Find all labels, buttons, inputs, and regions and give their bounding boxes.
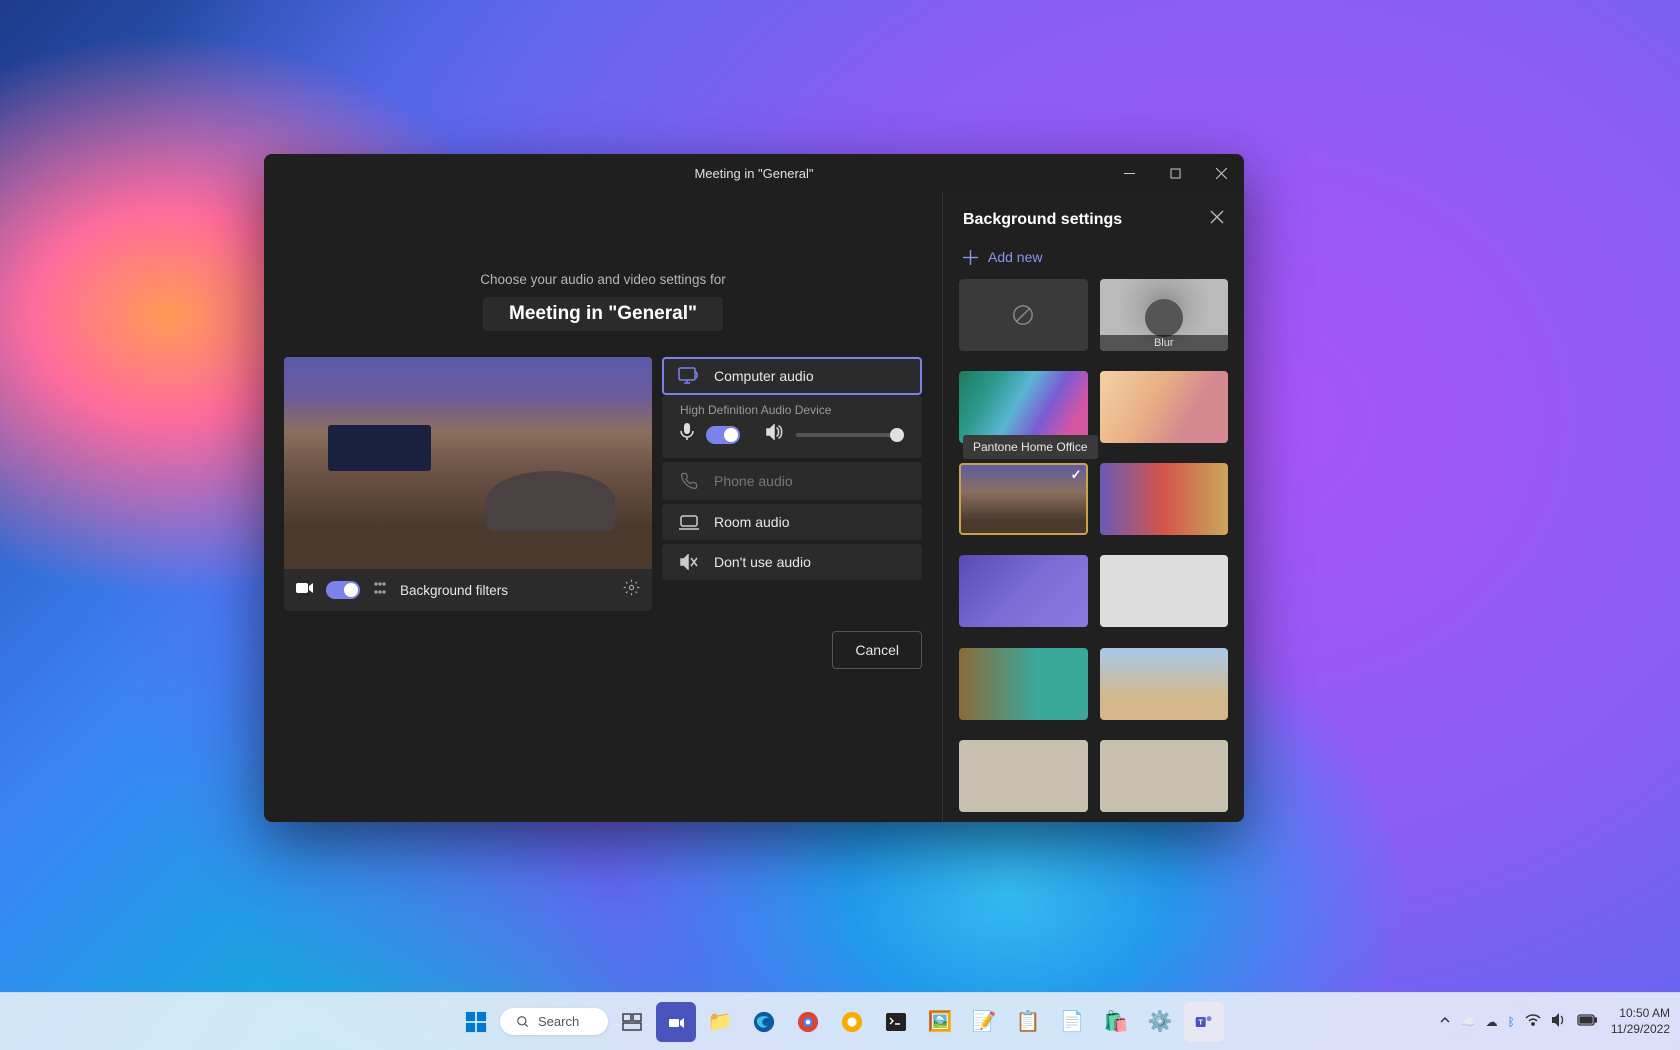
no-audio-option[interactable]: Don't use audio — [662, 544, 922, 580]
close-button[interactable] — [1198, 154, 1244, 192]
start-button[interactable] — [456, 1002, 496, 1042]
volume-slider[interactable] — [796, 433, 904, 437]
bg-option-studio[interactable] — [1100, 463, 1229, 535]
add-new-background-button[interactable]: Add new — [943, 241, 1244, 279]
gear-icon[interactable] — [623, 579, 640, 601]
microphone-icon — [680, 423, 694, 446]
video-preview — [284, 357, 652, 569]
taskbar-app-canary[interactable] — [832, 1002, 872, 1042]
bg-option-blur[interactable]: Blur — [1100, 279, 1229, 351]
bg-option-art1[interactable] — [959, 371, 1088, 443]
tray-volume-icon[interactable] — [1551, 1013, 1567, 1030]
taskbar-app-store[interactable]: 🛍️ — [1096, 1002, 1136, 1042]
bg-panel-title: Background settings — [963, 211, 1122, 229]
task-view-icon[interactable] — [612, 1002, 652, 1042]
background-grid: Blur Pantone Home Office — [943, 279, 1244, 822]
clock-time: 10:50 AM — [1611, 1006, 1670, 1022]
prejoin-pane: Choose your audio and video settings for… — [264, 192, 942, 822]
cancel-button[interactable]: Cancel — [832, 631, 922, 669]
tray-onedrive-icon[interactable]: ☁️ — [1461, 1015, 1476, 1029]
speaker-icon — [766, 424, 784, 445]
no-audio-label: Don't use audio — [714, 554, 811, 570]
search-label: Search — [538, 1014, 579, 1029]
phone-audio-label: Phone audio — [714, 473, 793, 489]
taskbar-app-settings[interactable]: ⚙️ — [1140, 1002, 1180, 1042]
bg-option-none[interactable] — [959, 279, 1088, 351]
bg-option-extra[interactable] — [1100, 740, 1229, 812]
taskbar-app-edge[interactable] — [744, 1002, 784, 1042]
bg-option-office2[interactable] — [1100, 648, 1229, 720]
minimize-button[interactable] — [1106, 154, 1152, 192]
bg-option-purple[interactable] — [959, 555, 1088, 627]
clock-date: 11/29/2022 — [1611, 1022, 1670, 1038]
taskbar-app-3[interactable]: 📄 — [1052, 1002, 1092, 1042]
prejoin-subtitle: Choose your audio and video settings for — [284, 272, 922, 287]
bg-option-office1[interactable] — [959, 648, 1088, 720]
taskbar-search[interactable]: Search — [500, 1008, 608, 1035]
maximize-button[interactable] — [1152, 154, 1198, 192]
tray-wifi-icon[interactable] — [1525, 1013, 1541, 1030]
bg-option-label: Blur — [1100, 335, 1229, 351]
bg-panel-close-button[interactable] — [1210, 210, 1224, 229]
computer-audio-option[interactable]: Computer audio — [662, 357, 922, 395]
camera-toggle[interactable] — [326, 581, 360, 599]
taskbar-app-chat[interactable] — [656, 1002, 696, 1042]
taskbar-app-chrome[interactable] — [788, 1002, 828, 1042]
bg-option-art2[interactable] — [1100, 371, 1229, 443]
bg-option-home[interactable] — [959, 463, 1088, 535]
add-new-label: Add new — [988, 249, 1042, 265]
background-filters-button[interactable]: Background filters — [400, 583, 611, 598]
video-controls-bar: Background filters — [284, 569, 652, 611]
meeting-name-input[interactable]: Meeting in "General" — [483, 297, 723, 331]
camera-icon — [296, 581, 314, 600]
bg-option-notes[interactable] — [1100, 555, 1229, 627]
background-settings-panel: Background settings Add new Blur Pantone … — [942, 192, 1244, 822]
taskbar-app-1[interactable]: 🖼️ — [920, 1002, 960, 1042]
audio-device-name: High Definition Audio Device — [664, 397, 920, 419]
bg-option-extra[interactable] — [959, 740, 1088, 812]
taskbar-app-terminal[interactable] — [876, 1002, 916, 1042]
teams-window: Meeting in "General" Choose your audio a… — [264, 154, 1244, 822]
filters-icon — [372, 580, 388, 601]
tray-cloud-icon[interactable]: ☁ — [1486, 1015, 1498, 1029]
bg-tooltip: Pantone Home Office — [963, 435, 1098, 459]
window-title: Meeting in "General" — [694, 166, 813, 181]
desktop-wallpaper: Meeting in "General" Choose your audio a… — [0, 0, 1680, 1050]
taskbar-app-explorer[interactable]: 📁 — [700, 1002, 740, 1042]
tray-chevron-icon[interactable] — [1439, 1014, 1451, 1029]
room-audio-label: Room audio — [714, 514, 790, 530]
taskbar-app-2[interactable]: 📋 — [1008, 1002, 1048, 1042]
computer-audio-label: Computer audio — [714, 368, 814, 384]
titlebar: Meeting in "General" — [264, 154, 1244, 192]
microphone-toggle[interactable] — [706, 426, 740, 444]
taskbar-app-teams[interactable]: T — [1184, 1002, 1224, 1042]
phone-audio-option[interactable]: Phone audio — [662, 462, 922, 500]
tray-battery-icon[interactable] — [1577, 1014, 1597, 1029]
room-audio-option[interactable]: Room audio — [662, 504, 922, 540]
svg-text:T: T — [1198, 1017, 1203, 1026]
taskbar: Search 📁 🖼️ 📝 📋 📄 🛍️ ⚙️ T ☁️ ☁ ᛒ — [0, 992, 1680, 1050]
taskbar-app-notepad[interactable]: 📝 — [964, 1002, 1004, 1042]
tray-bluetooth-icon[interactable]: ᛒ — [1508, 1015, 1515, 1029]
taskbar-clock[interactable]: 10:50 AM 11/29/2022 — [1611, 1006, 1670, 1037]
